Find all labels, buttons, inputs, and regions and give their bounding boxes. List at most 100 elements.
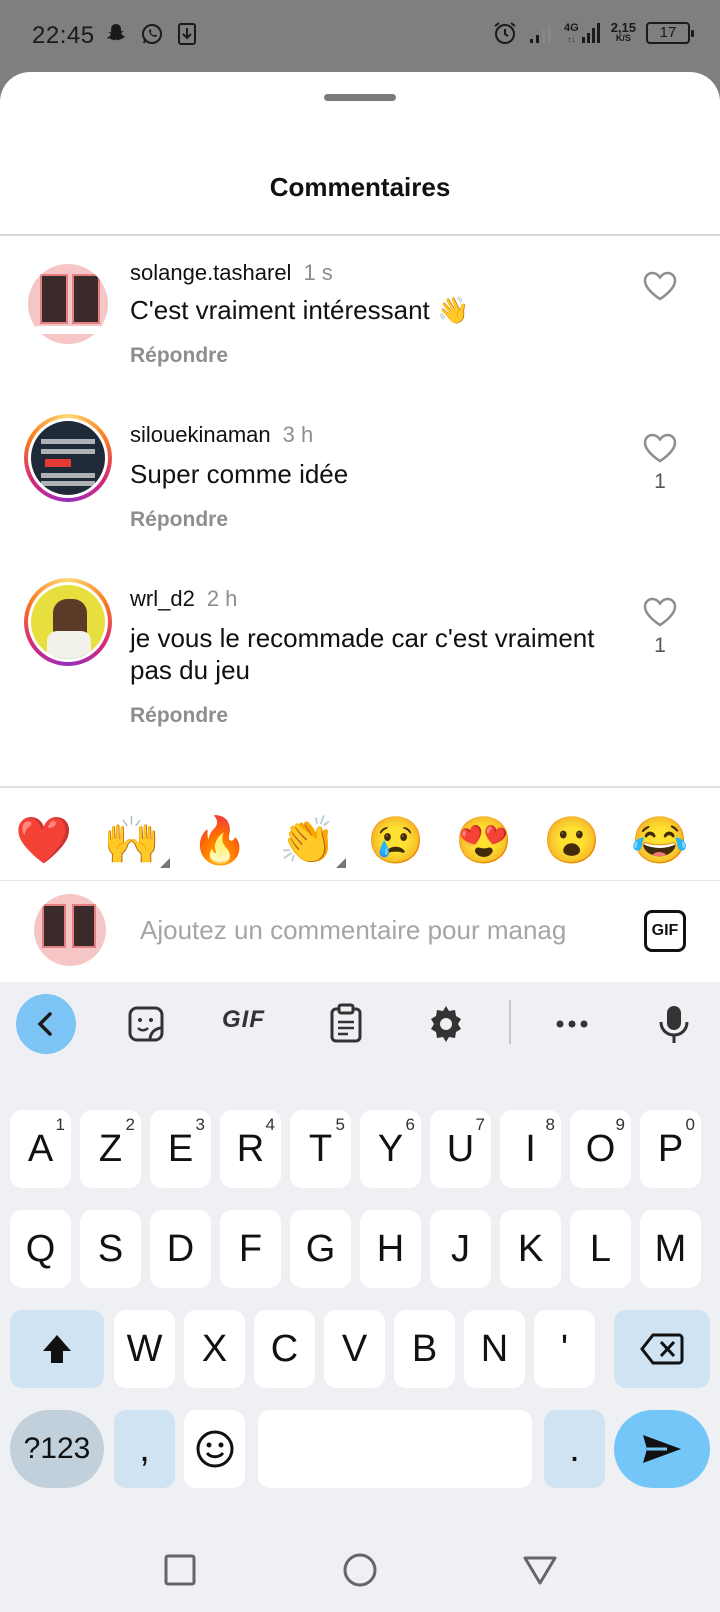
key-v[interactable]: V [324, 1310, 385, 1388]
battery-icon: 17 [646, 22, 694, 44]
key-m[interactable]: M [640, 1210, 701, 1288]
home-icon[interactable] [340, 1550, 380, 1590]
comment-header: silouekinaman 3 h [130, 422, 313, 448]
reply-button[interactable]: Répondre [130, 704, 228, 728]
chevron-left-icon [37, 1012, 52, 1036]
key-j[interactable]: J [430, 1210, 491, 1288]
comment-text: je vous le recommade car c'est vraiment … [130, 623, 595, 685]
key-e[interactable]: E3 [150, 1110, 211, 1188]
clipboard-icon[interactable] [324, 1002, 368, 1046]
emoji-glyph: 👏 [279, 814, 337, 866]
emoji-cry[interactable]: 😢 [364, 808, 428, 872]
key-t[interactable]: T5 [290, 1110, 351, 1188]
emoji-fire[interactable]: 🔥 [188, 808, 252, 872]
more-icon[interactable] [550, 1002, 594, 1046]
emoji-heart[interactable]: ❤️ [12, 808, 76, 872]
key-h[interactable]: H [360, 1210, 421, 1288]
avatar[interactable] [24, 578, 112, 666]
gif-keyboard-button[interactable]: GIF [222, 1006, 265, 1034]
comment-input[interactable] [140, 910, 610, 950]
key-l[interactable]: L [570, 1210, 631, 1288]
key-r[interactable]: R4 [220, 1110, 281, 1188]
comment-text: Super comme idée [130, 459, 349, 489]
backspace-key[interactable] [614, 1310, 710, 1388]
emoji-surprised[interactable]: 😮 [540, 808, 604, 872]
key-c[interactable]: C [254, 1310, 315, 1388]
keyboard-toolbar: GIF [0, 982, 720, 1078]
key-b[interactable]: B [394, 1310, 455, 1388]
heart-icon[interactable] [642, 270, 678, 302]
back-icon[interactable] [520, 1550, 560, 1590]
avatar-image [28, 264, 108, 344]
comma-key[interactable]: , [114, 1410, 175, 1488]
key-d[interactable]: D [150, 1210, 211, 1288]
microphone-icon[interactable] [652, 1002, 696, 1046]
comment-username[interactable]: silouekinaman [130, 422, 271, 447]
reply-button[interactable]: Répondre [130, 344, 228, 368]
key-apostrophe[interactable]: ' [534, 1310, 595, 1388]
comment-username[interactable]: solange.tasharel [130, 260, 291, 285]
emoji-reaction-bar: ❤️ 🙌 🔥 👏 😢 😍 😮 😂 [0, 800, 720, 880]
comment-username[interactable]: wrl_d2 [130, 586, 195, 611]
avatar[interactable] [24, 260, 112, 348]
sticker-icon[interactable] [124, 1002, 168, 1046]
comment-text: C'est vraiment intéressant 👋 [130, 295, 470, 325]
system-icons: 4G ↑↓ 2,15 K/S 17 [492, 20, 694, 46]
key-q[interactable]: Q [10, 1210, 71, 1288]
alarm-icon [494, 22, 516, 44]
emoji-clap[interactable]: 👏 [276, 808, 346, 872]
period-key[interactable]: . [544, 1410, 605, 1488]
key-i[interactable]: I8 [500, 1110, 561, 1188]
symbols-key[interactable]: ?123 [10, 1410, 104, 1488]
gear-icon[interactable] [424, 1002, 468, 1046]
key-g[interactable]: G [290, 1210, 351, 1288]
comment-header: wrl_d2 2 h [130, 586, 237, 612]
key-z[interactable]: Z2 [80, 1110, 141, 1188]
comment-time: 2 h [206, 586, 238, 611]
key-p[interactable]: P0 [640, 1110, 701, 1188]
key-u[interactable]: U7 [430, 1110, 491, 1188]
reply-button[interactable]: Répondre [130, 508, 228, 532]
snapchat-icon [107, 24, 126, 41]
key-f[interactable]: F [220, 1210, 281, 1288]
key-s[interactable]: S [80, 1210, 141, 1288]
drag-handle[interactable] [324, 94, 396, 101]
battery-level: 17 [659, 24, 677, 41]
emoji-heart-eyes[interactable]: 😍 [452, 808, 516, 872]
toolbar-separator [509, 1000, 511, 1044]
like-count: 1 [654, 634, 666, 657]
recents-icon[interactable] [160, 1550, 200, 1590]
key-w[interactable]: W [114, 1310, 175, 1388]
comment-header: solange.tasharel 1 s [130, 260, 333, 286]
key-y[interactable]: Y6 [360, 1110, 421, 1188]
key-k[interactable]: K [500, 1210, 561, 1288]
key-o[interactable]: O9 [570, 1110, 631, 1188]
heart-icon[interactable] [642, 596, 678, 628]
speed-value: 2,15 [610, 20, 636, 35]
send-button[interactable] [614, 1410, 710, 1488]
keyboard: GIF A1 Z2 E3 R4 T5 Y6 U7 I8 O9 P0 Q S D … [0, 982, 720, 1612]
collapse-toolbar-button[interactable] [16, 994, 76, 1054]
shift-key[interactable] [10, 1310, 104, 1388]
emoji-laugh[interactable]: 😂 [628, 808, 692, 872]
key-hint: 4 [265, 1115, 275, 1134]
download-icon [178, 23, 196, 45]
gif-button[interactable]: GIF [644, 910, 686, 952]
key-hint: 7 [475, 1115, 485, 1134]
emoji-key[interactable] [184, 1410, 245, 1488]
key-letter: O [585, 1128, 616, 1170]
key-n[interactable]: N [464, 1310, 525, 1388]
key-a[interactable]: A1 [10, 1110, 71, 1188]
heart-icon[interactable] [642, 432, 678, 464]
status-bar: 22:45 4G ↑↓ 2,15 K/S 17 [0, 0, 720, 72]
key-x[interactable]: X [184, 1310, 245, 1388]
avatar[interactable] [24, 414, 112, 502]
key-hint: 8 [545, 1115, 555, 1134]
variant-indicator [160, 858, 170, 868]
shift-icon [43, 1335, 71, 1363]
space-key[interactable] [258, 1410, 532, 1488]
emoji-raised-hands[interactable]: 🙌 [100, 808, 170, 872]
key-hint: 1 [55, 1115, 65, 1134]
smiley-icon [196, 1430, 233, 1468]
key-hint: 5 [335, 1115, 345, 1134]
